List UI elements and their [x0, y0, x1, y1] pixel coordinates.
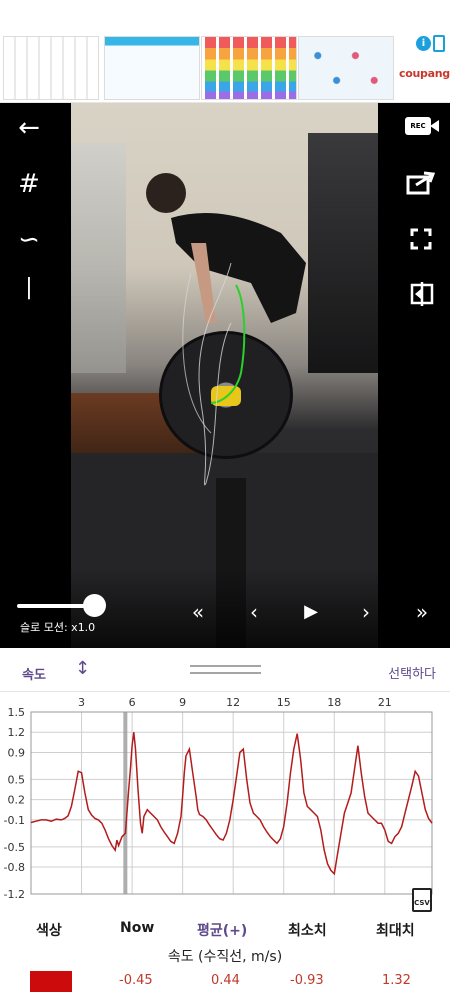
record-icon[interactable]: REC — [405, 115, 439, 137]
share-icon[interactable] — [406, 169, 436, 195]
stats-header-min: 최소치 — [288, 923, 327, 939]
play-icon[interactable]: ▶ — [296, 600, 326, 624]
stat-max-value: 1.32 — [382, 973, 411, 988]
chart-svg[interactable]: 1.5 1.2 0.9 0.5 0.2 -0.1 -0.5 -0.8 -1.2 3 6 9 12 15 18… — [0, 692, 450, 910]
metric-selector[interactable]: 속도 — [22, 664, 46, 683]
ad-thumbnail[interactable] — [298, 36, 394, 100]
y-tick-label: 1.2 — [8, 726, 26, 739]
csv-export-icon[interactable]: CSV — [412, 888, 432, 912]
slow-motion-label: 슬로 모션: x1.0 — [20, 621, 96, 634]
x-tick-label: 21 — [378, 696, 392, 709]
select-button[interactable]: 선택하다 — [388, 663, 436, 682]
y-tick-label: -0.8 — [4, 861, 25, 874]
previous-frame-icon[interactable]: ‹ — [239, 600, 269, 624]
info-icon[interactable]: i — [416, 36, 431, 51]
stats-header-max: 최대치 — [376, 923, 415, 939]
series-color-swatch[interactable] — [30, 971, 72, 992]
x-tick-label: 15 — [277, 696, 291, 709]
bar-path-trace — [182, 262, 246, 486]
controls-gradient — [0, 568, 450, 648]
video-frame[interactable] — [71, 103, 378, 648]
compare-icon[interactable] — [409, 281, 435, 307]
ad-thumbnail[interactable] — [201, 36, 297, 100]
next-frame-icon[interactable]: › — [351, 600, 381, 624]
stats-title: 속도 (수직선, m/s) — [167, 949, 283, 965]
ad-banner[interactable]: i coupang — [0, 0, 450, 103]
y-tick-label: -1.2 — [4, 888, 25, 901]
back-arrow-icon[interactable]: ← — [14, 115, 44, 141]
ad-brand-logo[interactable]: coupang — [399, 67, 450, 80]
ad-thumbnail[interactable] — [3, 36, 99, 100]
camera-lens — [430, 120, 439, 132]
drag-handle[interactable] — [190, 665, 261, 667]
fullscreen-icon[interactable] — [410, 228, 432, 250]
y-tick-label: 1.5 — [8, 706, 26, 719]
y-tick-label: 0.2 — [8, 794, 26, 807]
stat-mean-value: 0.44 — [211, 973, 240, 988]
drag-handle[interactable] — [190, 672, 261, 674]
ad-thumbnail[interactable] — [104, 36, 200, 100]
stats-header-now: Now — [120, 920, 155, 936]
y-tick-label: -0.5 — [4, 841, 25, 854]
velocity-series-line — [30, 732, 433, 876]
slow-motion-knob[interactable] — [83, 594, 106, 617]
y-tick-label: 0.9 — [8, 746, 26, 759]
graph-panel-header: 속도 ↕ 선택하다 — [0, 648, 450, 692]
rec-label: REC — [405, 117, 431, 135]
fast-forward-icon[interactable]: » — [407, 600, 437, 624]
y-tick-label: -0.1 — [4, 814, 25, 827]
x-tick-label: 18 — [327, 696, 341, 709]
stats-header-color: 색상 — [36, 923, 62, 939]
vertical-axis-icon[interactable]: ↕ — [75, 658, 90, 679]
stat-now-value: -0.45 — [119, 973, 153, 988]
x-tick-label: 9 — [179, 696, 186, 709]
bar-path-icon[interactable]: ∽ — [14, 227, 44, 253]
x-tick-label: 12 — [226, 696, 240, 709]
x-tick-label: 3 — [78, 696, 85, 709]
video-player[interactable]: ← # ∽ | REC 슬로 모션: x1.0 « ‹ ▶ › » — [0, 103, 450, 648]
app-root: i coupang ← # ∽ | REC 슬로 모션: x1.0 « ‹ ▶ … — [0, 0, 450, 1000]
grid-icon[interactable]: # — [14, 171, 44, 197]
line-tool-icon[interactable]: | — [14, 275, 44, 301]
x-tick-label: 6 — [129, 696, 136, 709]
y-tick-label: 0.5 — [8, 773, 26, 786]
stats-header-mean[interactable]: 평균(+) — [197, 920, 247, 940]
rewind-icon[interactable]: « — [183, 600, 213, 624]
velocity-chart[interactable]: 1.5 1.2 0.9 0.5 0.2 -0.1 -0.5 -0.8 -1.2 3 6 9 12 15 18… — [0, 692, 450, 910]
ad-close-icon[interactable] — [433, 35, 445, 52]
stat-min-value: -0.93 — [290, 973, 324, 988]
